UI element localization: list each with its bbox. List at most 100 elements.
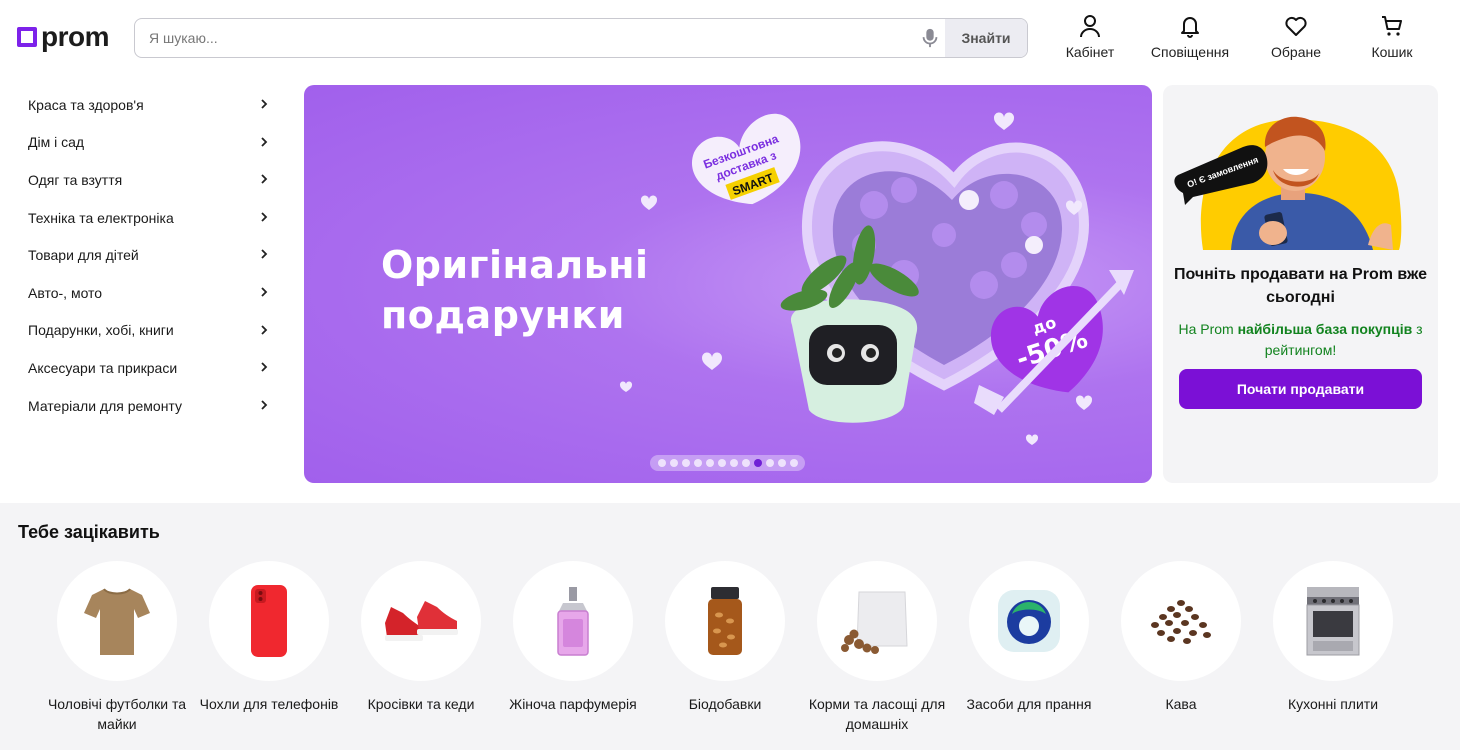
user-icon [1080, 15, 1100, 38]
search-bar: Знайти [134, 18, 1028, 58]
carousel-dot[interactable] [789, 459, 798, 467]
carousel-dot[interactable] [765, 459, 774, 467]
start-selling-button[interactable]: Почати продавати [1179, 369, 1422, 409]
category-label: Кросівки та кеди [367, 696, 475, 712]
sell-title: Почніть продавати на Prom вже сьогодні [1173, 266, 1428, 306]
sidebar-item-label: Аксесуари та прикраси [28, 359, 178, 376]
sell-card: О! Є замовлення Почніть продавати на Pro… [1163, 85, 1438, 483]
category-image [665, 561, 785, 681]
chevron-right-icon [261, 212, 268, 222]
prom-logo[interactable]: prom [17, 21, 110, 52]
carousel-dot-active[interactable] [753, 459, 762, 467]
banner-title-line1: Оригінальні [381, 243, 649, 287]
stove-icon [1306, 587, 1360, 656]
carousel-dot[interactable] [681, 459, 690, 467]
category-image [969, 561, 1089, 681]
nav-favorites[interactable]: Обране [1246, 14, 1346, 64]
header: prom Знайти Кабінет Сповіщення Обране [0, 0, 1460, 78]
banner-title-line2: подарунки [381, 293, 625, 337]
chevron-right-icon [261, 400, 268, 410]
sidebar-item-beauty[interactable]: Краса та здоров'я [0, 86, 290, 124]
category-card-tshirts[interactable]: Чоловічі футболки та майки [41, 561, 193, 734]
sidebar-item-gifts[interactable]: Подарунки, хобі, книги [0, 312, 290, 350]
category-label: Кава [1165, 696, 1197, 712]
sidebar-item-repair[interactable]: Матеріали для ремонту [0, 387, 290, 425]
sneakers-icon [385, 601, 458, 641]
logo-text: prom [41, 21, 110, 52]
search-button[interactable]: Знайти [945, 19, 1027, 57]
category-card-perfume[interactable]: Жіноча парфумерія [497, 561, 649, 714]
category-label: Біодобавки [688, 696, 762, 712]
sidebar-item-clothes[interactable]: Одяг та взуття [0, 161, 290, 199]
nav-cabinet[interactable]: Кабінет [1040, 14, 1140, 64]
category-label: Кухонні плити [1287, 696, 1379, 712]
sidebar-item-electronics[interactable]: Техніка та електроніка [0, 199, 290, 237]
chevron-right-icon [261, 136, 268, 147]
category-image [1273, 561, 1393, 681]
sidebar-item-label: Товари для дітей [28, 247, 139, 264]
microphone-icon[interactable] [919, 27, 941, 49]
carousel-dot[interactable] [693, 459, 702, 467]
category-image [57, 561, 177, 681]
carousel-dot[interactable] [657, 459, 666, 467]
category-image [817, 561, 937, 681]
category-image [1121, 561, 1241, 681]
sidebar-item-label: Краса та здоров'я [28, 96, 144, 113]
category-card-supplements[interactable]: Біодобавки [649, 561, 801, 714]
carousel-dot[interactable] [729, 459, 738, 467]
category-card-stoves[interactable]: Кухонні плити [1257, 561, 1409, 714]
chevron-right-icon [261, 287, 268, 297]
category-image [513, 561, 633, 681]
sidebar-item-home-garden[interactable]: Дім і сад [0, 124, 290, 162]
heart-icon [1285, 16, 1307, 36]
carousel-dot[interactable] [705, 459, 714, 467]
nav-notifications-label: Сповіщення [1150, 44, 1230, 60]
nav-notifications[interactable]: Сповіщення [1140, 14, 1240, 64]
logo-mark-icon [17, 27, 37, 47]
sidebar-item-auto[interactable]: Авто-, мото [0, 274, 290, 312]
pet-food-icon [841, 591, 908, 654]
laundry-capsule-icon [998, 590, 1060, 652]
category-card-phone-cases[interactable]: Чохли для телефонів [193, 561, 345, 714]
chevron-right-icon [261, 362, 268, 372]
sidebar-item-label: Одяг та взуття [28, 171, 123, 188]
supplement-jar-icon [708, 587, 742, 655]
cart-icon [1382, 16, 1402, 36]
category-card-sneakers[interactable]: Кросівки та кеди [345, 561, 497, 714]
nav-cart[interactable]: Кошик [1342, 14, 1442, 64]
chevron-right-icon [261, 99, 268, 109]
bell-icon [1181, 17, 1199, 38]
nav-favorites-label: Обране [1271, 44, 1321, 60]
chevron-right-icon [261, 324, 268, 335]
search-input[interactable] [149, 19, 909, 57]
category-card-pet-food[interactable]: Корми та ласощі для домашніх [801, 561, 953, 734]
category-label: Корми та ласощі для домашніх [808, 696, 946, 732]
promo-banner[interactable]: Безкоштовна доставка з SMART до -50% Ори… [304, 85, 1152, 483]
coffee-beans-icon [1151, 600, 1211, 644]
sell-sub-bold: найбільша база покупців [1237, 321, 1413, 337]
sidebar-item-label: Авто-, мото [28, 284, 103, 301]
perfume-icon [557, 587, 589, 656]
chevron-right-icon [261, 249, 268, 260]
carousel-dot[interactable] [717, 459, 726, 467]
sidebar-item-label: Дім і сад [28, 134, 85, 151]
carousel-dot[interactable] [669, 459, 678, 467]
category-label: Чохли для телефонів [199, 696, 339, 712]
nav-cabinet-label: Кабінет [1065, 44, 1115, 60]
sidebar-item-accessories[interactable]: Аксесуари та прикраси [0, 349, 290, 387]
sidebar-item-kids[interactable]: Товари для дітей [0, 236, 290, 274]
nav-cart-label: Кошик [1371, 44, 1413, 60]
sidebar-item-label: Матеріали для ремонту [28, 397, 182, 414]
tshirt-icon [84, 588, 150, 655]
chevron-right-icon [261, 174, 268, 184]
category-card-coffee[interactable]: Кава [1105, 561, 1257, 714]
carousel-dot[interactable] [741, 459, 750, 467]
category-label: Жіноча парфумерія [509, 696, 637, 712]
category-image [209, 561, 329, 681]
section-title: Тебе зацікавить [18, 522, 160, 542]
sidebar-item-label: Подарунки, хобі, книги [28, 322, 174, 339]
sell-sub-prefix: На Prom [1178, 321, 1238, 337]
banner-title: Оригінальні подарунки [381, 240, 649, 340]
carousel-dot[interactable] [777, 459, 786, 467]
category-card-laundry[interactable]: Засоби для прання [953, 561, 1105, 714]
